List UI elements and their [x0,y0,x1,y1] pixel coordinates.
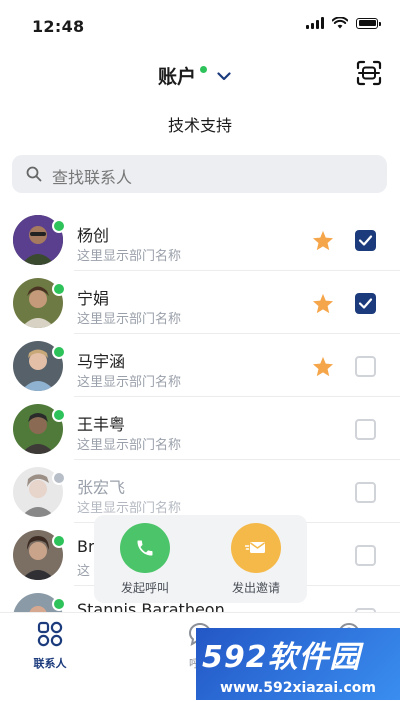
star-icon[interactable] [312,293,334,314]
select-checkbox[interactable] [355,482,376,503]
search-bar[interactable]: 查找联系人 [12,155,387,193]
scan-icon[interactable] [356,60,382,86]
cellular-signal-icon [306,17,324,29]
account-switcher[interactable]: 账户 [158,62,231,89]
select-checkbox[interactable] [355,230,376,251]
action-popup: 发起呼叫 发出邀请 [94,515,307,603]
select-checkbox[interactable] [355,419,376,440]
contact-department: 这里显示部门名称 [77,438,182,453]
contact-department: 这里显示部门名称 [77,249,182,264]
presence-dot [52,345,66,359]
status-bar: 12:48 [0,0,400,52]
contact-department: 这里显示部门名称 [77,375,182,390]
presence-dot [52,534,66,548]
contact-name: 杨创 [77,226,110,245]
presence-dot [52,597,66,611]
star-icon[interactable] [312,356,334,377]
checkmark-icon [358,235,373,246]
contact-row[interactable]: 王丰粤 这里显示部门名称 [0,397,400,460]
checkmark-icon [358,298,373,309]
chevron-down-icon[interactable] [217,72,231,81]
contact-name: 宁娟 [77,289,110,308]
page-title: 账户 [158,66,197,88]
wifi-icon [332,17,348,29]
contact-row[interactable]: 杨创 这里显示部门名称 [0,208,400,271]
watermark-brand: 592软件园 [202,640,361,675]
online-status-dot [200,66,208,73]
contact-department: 这里显示部门名称 [77,501,182,516]
call-action-button[interactable]: 发起呼叫 [105,523,185,596]
select-checkbox[interactable] [355,356,376,377]
select-checkbox[interactable] [355,293,376,314]
contact-name: 王丰粤 [77,415,126,434]
contact-row[interactable]: 宁娟 这里显示部门名称 [0,271,400,334]
mail-send-icon [245,542,265,553]
watermark-url: www.592xiazai.com [220,680,376,696]
tab-contacts-label: 联系人 [33,657,67,670]
search-icon [26,166,42,182]
contact-department: 这里显示部门名称 [77,312,182,327]
presence-dot [52,408,66,422]
presence-dot [52,282,66,296]
invite-action-button[interactable]: 发出邀请 [216,523,296,596]
star-icon[interactable] [312,230,334,251]
contact-name: 马宇涵 [77,352,126,371]
contacts-grid-icon [37,621,63,647]
contact-row[interactable]: 张宏飞 这里显示部门名称 [0,460,400,523]
call-action-label: 发起呼叫 [120,581,169,595]
contact-name: 张宏飞 [77,478,126,497]
battery-icon [356,17,381,29]
watermark-logo: 592软件园 www.592xiazai.com [196,628,400,700]
contact-department: 这 [77,564,91,579]
invite-button-circle[interactable] [231,523,281,573]
contact-row[interactable]: 马宇涵 这里显示部门名称 [0,334,400,397]
presence-dot [52,219,66,233]
call-button-circle[interactable] [120,523,170,573]
select-checkbox[interactable] [355,545,376,566]
invite-action-label: 发出邀请 [231,581,280,595]
presence-dot [52,471,66,485]
status-time: 12:48 [32,17,85,36]
tab-contacts[interactable]: 联系人 [15,621,85,671]
section-title: 技术支持 [167,116,232,135]
search-input[interactable]: 查找联系人 [52,164,132,188]
phone-icon [137,540,153,556]
header: 账户 [0,52,400,100]
contact-name: Br [77,537,95,556]
status-icons [306,17,381,29]
